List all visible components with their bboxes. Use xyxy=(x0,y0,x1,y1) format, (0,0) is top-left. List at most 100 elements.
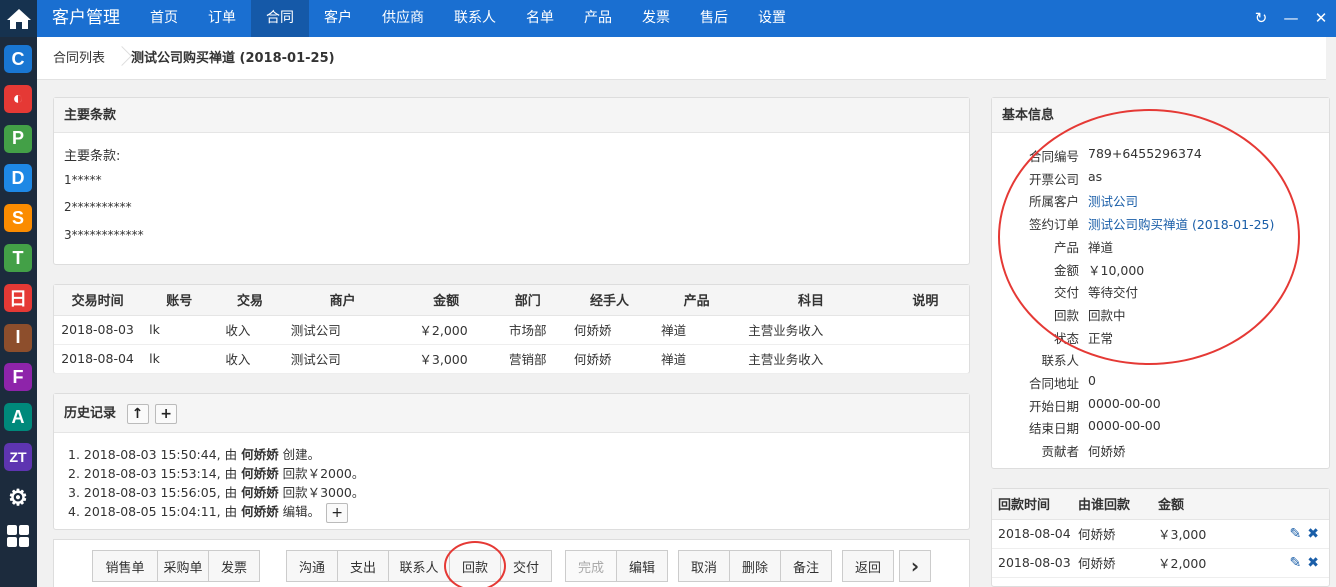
info-row: 合同编号 789+6455296374 xyxy=(992,146,1331,168)
nav-item-1[interactable]: 订单 xyxy=(193,0,251,37)
column-header[interactable]: 金额 xyxy=(402,285,490,316)
table-cell: 营销部 xyxy=(489,344,566,374)
info-value-link[interactable]: 测试公司 xyxy=(1088,191,1138,210)
back-button[interactable]: 返回 xyxy=(842,550,894,582)
group3-button-1[interactable]: 编辑 xyxy=(616,550,668,582)
history-text: 编辑。 xyxy=(278,504,321,519)
row-actions: ✎ ✖ xyxy=(1252,548,1329,578)
sidebar-app-icon-0[interactable]: C xyxy=(4,45,32,73)
delete-x-icon[interactable]: ✖ xyxy=(1307,555,1319,571)
table-row[interactable]: 2018-08-03 lk 收入 测试公司 ￥2,000 市场部 何娇娇 禅道 主营业务收入 xyxy=(54,315,969,345)
nav-item-6[interactable]: 名单 xyxy=(511,0,569,37)
group2-button-0[interactable]: 沟通 xyxy=(286,550,338,582)
edit-pencil-icon[interactable]: ✎ xyxy=(1290,526,1302,542)
table-cell: 2018-08-03 xyxy=(54,315,142,345)
table-cell: 何娇娇 xyxy=(565,344,654,374)
nav-item-8[interactable]: 发票 xyxy=(627,0,685,37)
terms-line: 主要条款: xyxy=(64,149,121,164)
table-row[interactable]: 2018-08-04 何娇娇 ￥3,000 ✎ ✖ xyxy=(992,519,1329,549)
column-header[interactable]: 交易时间 xyxy=(54,285,142,316)
home-icon[interactable] xyxy=(0,0,37,37)
info-label: 交付 xyxy=(1053,285,1079,301)
nav-item-2[interactable]: 合同 xyxy=(251,0,309,37)
edit-pencil-icon[interactable]: ✎ xyxy=(1290,555,1302,571)
info-row: 所属客户 测试公司 xyxy=(992,191,1331,213)
group4-button-1[interactable]: 删除 xyxy=(729,550,781,582)
group1-button-1[interactable]: 采购单 xyxy=(157,550,209,582)
nav-item-10[interactable]: 设置 xyxy=(743,0,801,37)
info-label: 回款 xyxy=(1053,307,1079,323)
info-row: 状态 正常 xyxy=(992,328,1331,350)
sidebar-app-icon-6[interactable]: 日 xyxy=(4,283,32,312)
sidebar-app-icon-7[interactable]: I xyxy=(4,323,32,352)
table-row[interactable]: 2018-08-03 何娇娇 ￥2,000 ✎ ✖ xyxy=(992,548,1329,578)
next-arrow-icon[interactable]: › xyxy=(899,550,931,582)
history-entry: 4. 2018-08-05 15:04:11, 由 何娇娇 编辑。 + xyxy=(68,501,349,523)
minimize-icon[interactable]: — xyxy=(1276,0,1306,37)
column-header[interactable]: 金额 xyxy=(1152,489,1252,520)
table-cell: 收入 xyxy=(217,315,283,345)
page-scrollbar[interactable] xyxy=(1330,80,1336,587)
button-group-docs: 销售单 采购单 发票 xyxy=(92,550,260,582)
group2-button-3[interactable]: 回款 xyxy=(449,550,501,582)
nav-item-3[interactable]: 客户 xyxy=(309,0,367,37)
breadcrumb-current: 测试公司购买禅道 (2018-01-25) xyxy=(131,51,335,66)
sidebar-app-icon-4[interactable]: S xyxy=(4,204,32,233)
group4-button-2[interactable]: 备注 xyxy=(780,550,832,582)
breadcrumb-contract-list[interactable]: 合同列表 xyxy=(53,37,105,80)
sidebar-app-icon-5[interactable]: T xyxy=(4,244,32,272)
info-label: 所属客户 xyxy=(1028,194,1079,210)
info-value-link[interactable]: 测试公司购买禅道 (2018-01-25) xyxy=(1088,214,1274,233)
button-group-back: 返回 xyxy=(842,550,894,582)
info-label: 开始日期 xyxy=(1028,398,1079,414)
sort-up-button[interactable]: ↑ xyxy=(126,403,149,424)
nav-item-7[interactable]: 产品 xyxy=(569,0,627,37)
column-header[interactable]: 账号 xyxy=(141,285,218,316)
info-row: 签约订单 测试公司购买禅道 (2018-01-25) xyxy=(992,214,1331,236)
add-note-button[interactable]: + xyxy=(326,502,349,523)
panel-title: 基本信息 xyxy=(992,98,1329,133)
column-header[interactable]: 科目 xyxy=(740,285,882,316)
nav-item-4[interactable]: 供应商 xyxy=(367,0,439,37)
sidebar-app-icon-2[interactable]: P xyxy=(4,124,32,153)
refresh-icon[interactable]: ↻ xyxy=(1246,0,1276,37)
group1-button-2[interactable]: 发票 xyxy=(208,550,260,582)
nav-item-9[interactable]: 售后 xyxy=(685,0,743,37)
group1-button-0[interactable]: 销售单 xyxy=(92,550,158,582)
group3-button-0[interactable]: 完成 xyxy=(565,550,617,582)
sidebar-app-icon-9[interactable]: A xyxy=(4,403,32,432)
table-cell: 市场部 xyxy=(489,315,566,345)
column-header[interactable]: 说明 xyxy=(881,285,969,316)
group2-button-4[interactable]: 交付 xyxy=(500,550,552,582)
group4-button-0[interactable]: 取消 xyxy=(678,550,730,582)
column-header[interactable]: 部门 xyxy=(489,285,566,316)
nav-item-5[interactable]: 联系人 xyxy=(439,0,511,37)
close-icon[interactable]: ✕ xyxy=(1306,0,1336,37)
sidebar-app-icon-3[interactable]: D xyxy=(4,164,32,193)
group2-button-2[interactable]: 联系人 xyxy=(388,550,450,582)
column-header[interactable]: 交易 xyxy=(217,285,283,316)
column-header[interactable]: 商户 xyxy=(282,285,403,316)
history-entry: 1. 2018-08-03 15:50:44, 由 何娇娇 创建。 xyxy=(68,444,320,463)
sidebar-app-icon-8[interactable]: F xyxy=(4,363,32,392)
header-tools: ↻ — ✕ xyxy=(1246,0,1336,37)
nav-item-0[interactable]: 首页 xyxy=(135,0,193,37)
grid-apps-icon[interactable] xyxy=(4,522,32,550)
settings-gear-icon[interactable]: ⚙ xyxy=(4,484,32,512)
column-header[interactable]: 回款时间 xyxy=(992,489,1072,520)
column-header[interactable]: 经手人 xyxy=(565,285,654,316)
column-header[interactable]: 由谁回款 xyxy=(1072,489,1152,520)
info-label: 状态 xyxy=(1053,330,1079,346)
info-row: 开票公司 as xyxy=(992,169,1331,191)
group2-button-1[interactable]: 支出 xyxy=(337,550,389,582)
delete-x-icon[interactable]: ✖ xyxy=(1307,526,1319,542)
info-value: 何娇娇 xyxy=(1088,444,1126,460)
table-cell: 禅道 xyxy=(653,315,741,345)
table-row[interactable]: 2018-08-04 lk 收入 测试公司 ￥3,000 营销部 何娇娇 禅道 主营业务收入 xyxy=(54,344,969,374)
column-header[interactable]: 产品 xyxy=(653,285,741,316)
payments-table: 回款时间 由谁回款 金额 2018-08-04 何娇娇 ￥3,000 ✎ ✖ 2018-08-… xyxy=(992,489,1329,578)
sidebar-app-icon-10[interactable]: ZT xyxy=(4,443,32,471)
expand-add-button[interactable]: + xyxy=(155,403,178,424)
table-cell: 2018-08-03 xyxy=(992,548,1072,578)
sidebar-app-icon-1[interactable]: ◐ xyxy=(4,84,32,113)
